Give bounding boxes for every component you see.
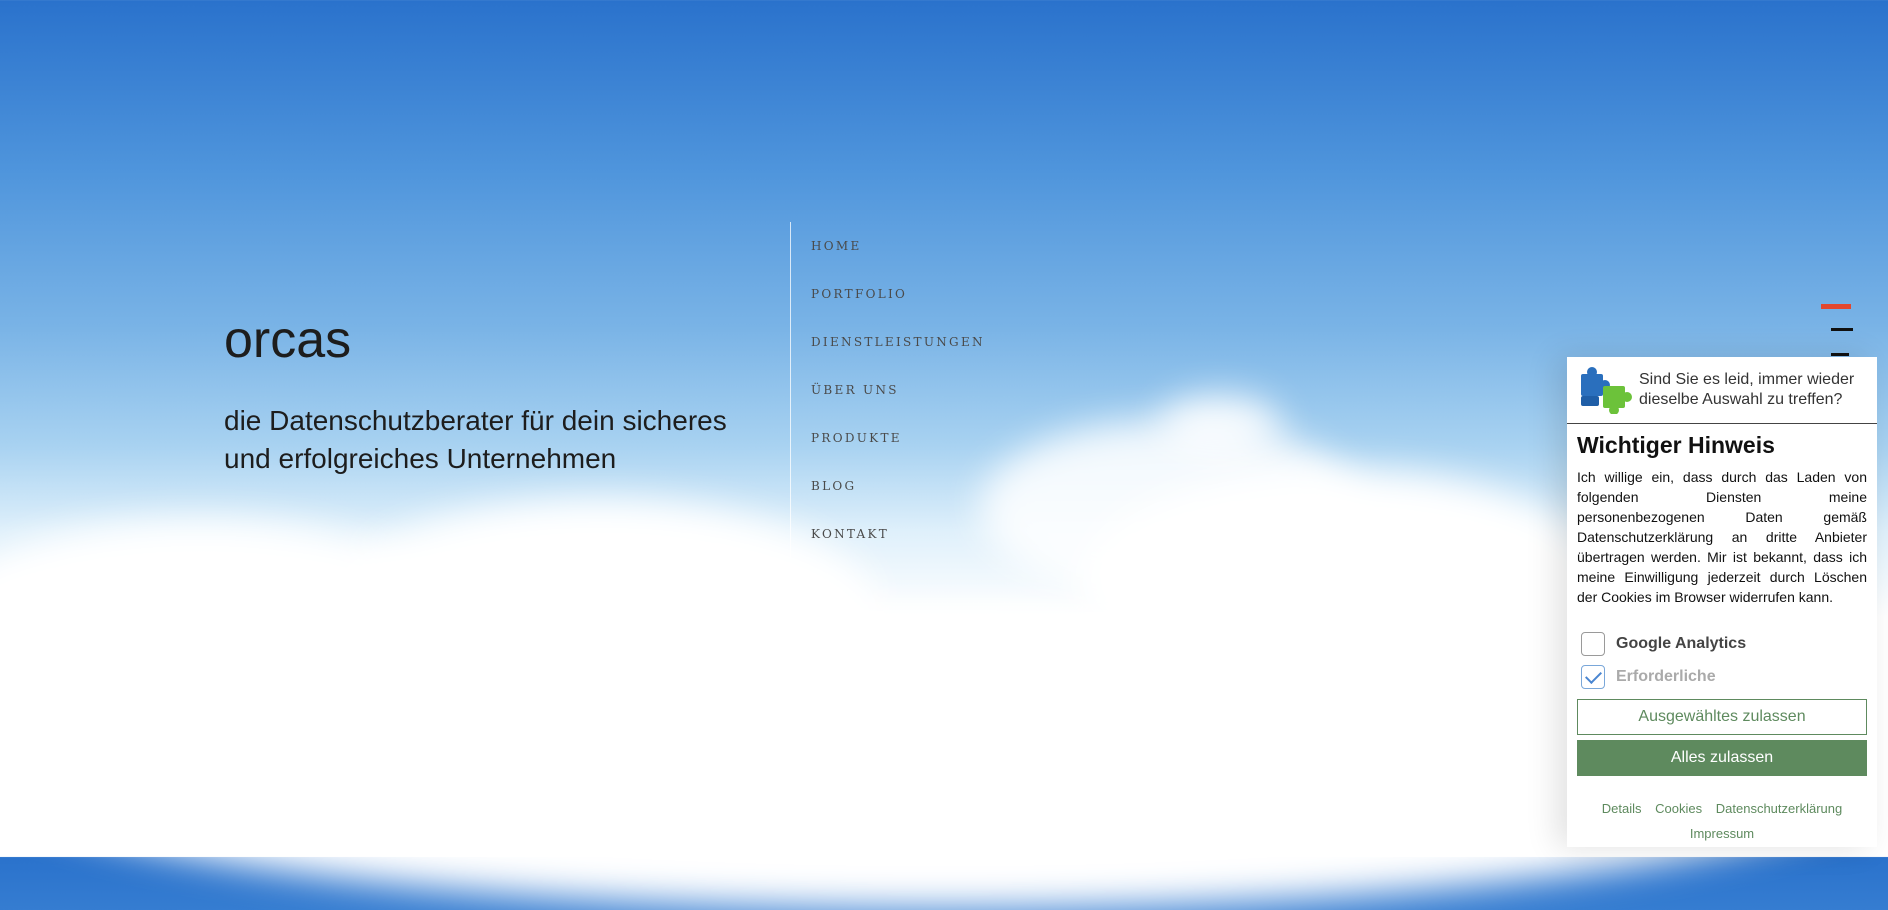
accept-selected-button[interactable]: Ausgewähltes zulassen — [1577, 699, 1867, 735]
nav-item-portfolio[interactable]: PORTFOLIO — [811, 270, 985, 318]
puzzle-icon — [1581, 367, 1632, 414]
cookie-title: Wichtiger Hinweis — [1577, 432, 1775, 458]
cookie-question: Sind Sie es leid, immer wieder dieselbe … — [1639, 371, 1855, 408]
google-analytics-checkbox[interactable] — [1581, 631, 1605, 656]
main-navigation: HOME PORTFOLIO DIENSTLEISTUNGEN ÜBER UNS… — [790, 222, 985, 558]
tagline: die Datenschutzberater für dein sicheres… — [224, 405, 727, 474]
required-checkbox — [1581, 664, 1605, 689]
accept-all-button[interactable]: Alles zulassen — [1577, 740, 1867, 776]
cookie-consent-text: Ich willige ein, dass durch das Laden vo… — [1577, 469, 1867, 605]
imprint-link[interactable]: Impressum — [1690, 826, 1754, 841]
nav-item-dienstleistungen[interactable]: DIENSTLEISTUNGEN — [811, 318, 985, 366]
cookie-consent-dialog: Sind Sie es leid, immer wieder dieselbe … — [1567, 357, 1877, 847]
privacy-policy-link[interactable]: Datenschutzerklärung — [1716, 801, 1842, 816]
nav-item-home[interactable]: HOME — [811, 222, 985, 270]
details-link[interactable]: Details — [1602, 801, 1642, 816]
cookie-options: Google Analytics Erforderliche — [1581, 627, 1877, 693]
menu-bar — [1831, 353, 1849, 356]
hero: orcas die Datenschutzberater für dein si… — [224, 310, 764, 478]
required-label: Erforderliche — [1616, 667, 1716, 685]
cookies-link[interactable]: Cookies — [1655, 801, 1702, 816]
nav-item-ueber-uns[interactable]: ÜBER UNS — [811, 366, 985, 414]
site-logo[interactable]: orcas — [224, 310, 764, 370]
option-required: Erforderliche — [1581, 660, 1877, 693]
nav-item-produkte[interactable]: PRODUKTE — [811, 414, 985, 462]
cookie-links: Details Cookies Datenschutzerklärung Imp… — [1567, 796, 1877, 846]
hamburger-menu-icon[interactable] — [1821, 302, 1853, 362]
google-analytics-label[interactable]: Google Analytics — [1616, 635, 1746, 653]
cookie-dialog-header: Sind Sie es leid, immer wieder dieselbe … — [1567, 357, 1877, 424]
menu-bar — [1831, 328, 1853, 331]
menu-bar-accent — [1821, 304, 1851, 309]
nav-item-blog[interactable]: BLOG — [811, 462, 985, 510]
nav-item-kontakt[interactable]: KONTAKT — [811, 510, 985, 558]
option-google-analytics[interactable]: Google Analytics — [1581, 627, 1877, 660]
